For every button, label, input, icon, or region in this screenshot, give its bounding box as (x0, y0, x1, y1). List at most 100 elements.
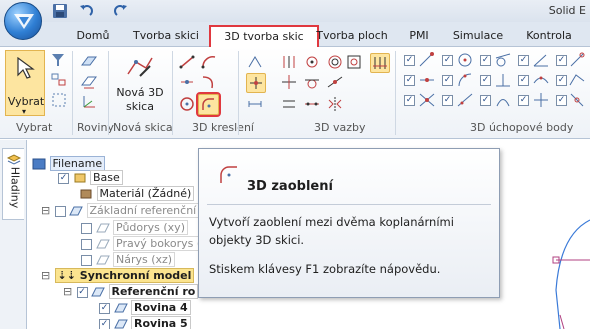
perpendicular-icon[interactable] (246, 73, 266, 93)
expand-icon[interactable]: ⊟ (41, 203, 51, 218)
maintain-relationships-icon[interactable] (370, 53, 390, 73)
tab-simulace[interactable]: Simulace (449, 26, 507, 47)
arc-3d-icon[interactable] (200, 53, 218, 71)
plane-icon[interactable] (80, 53, 98, 71)
dimension-icon[interactable] (246, 95, 264, 113)
select-button[interactable]: Vybrat ▾ (5, 50, 45, 116)
tangent-icon[interactable] (303, 73, 321, 91)
snap-checkbox-13[interactable]: ✓ (556, 55, 567, 66)
title-bar: Solid E (0, 0, 590, 22)
group-label-nova-skica: Nová skica (113, 121, 173, 134)
tree-row-base[interactable]: ✓ Base (58, 170, 123, 186)
snap-intersection-icon[interactable] (418, 91, 436, 109)
expand-icon[interactable]: ⊟ (63, 284, 73, 299)
snap-silhouette-icon[interactable] (494, 91, 512, 109)
snap-checkbox-4[interactable]: ✓ (442, 55, 453, 66)
tab-3d-tvorba-skic[interactable]: 3D tvorba skic (209, 25, 319, 49)
redo-icon[interactable] (113, 3, 129, 19)
plane-parallel-icon[interactable] (80, 73, 98, 91)
snap-checkbox-14[interactable]: ✓ (556, 75, 567, 86)
snap-checkbox-1[interactable]: ✓ (404, 55, 415, 66)
curve-3d-icon[interactable] (200, 73, 218, 91)
relate-icon[interactable] (246, 53, 264, 71)
visibility-checkbox[interactable] (81, 238, 92, 250)
snap-surface-icon[interactable] (568, 71, 586, 89)
tree-row-pravy[interactable]: Pravý bokorys (y (81, 236, 211, 252)
snap-quadrant-icon[interactable] (456, 71, 474, 89)
select-mode-icon[interactable] (50, 91, 68, 109)
tree-row-ref-ro[interactable]: ⊟ ✓ Referenční ro (63, 284, 199, 300)
tree-row-material[interactable]: Materiál (Žádné) (79, 186, 195, 202)
tab-pmi[interactable]: PMI (404, 26, 434, 47)
undo-icon[interactable] (78, 3, 94, 19)
snap-checkbox-6[interactable]: ✓ (442, 95, 453, 106)
snap-curve-point-icon[interactable] (532, 71, 550, 89)
snap-checkbox-5[interactable]: ✓ (442, 75, 453, 86)
snap-keypoint-icon[interactable] (568, 51, 586, 69)
tree-row-sync[interactable]: ⊟ ⇣⇣ Synchronní model (41, 268, 195, 284)
new-sketch-label-line1: Nová 3D (116, 86, 164, 99)
tree-row-rovina4[interactable]: ✓ Rovina 4 (99, 300, 191, 316)
circle-3d-icon[interactable] (178, 95, 196, 113)
select-options-icon[interactable] (50, 71, 68, 89)
plane-icon (113, 303, 128, 313)
tree-row-rovina5[interactable]: ✓ Rovina 5 (99, 316, 191, 329)
sketch-3d-icon (127, 57, 153, 77)
snap-endpoint-icon[interactable] (418, 51, 436, 69)
sync-label: Synchronní model (79, 269, 192, 282)
snap-center-icon[interactable] (456, 51, 474, 69)
snap-midpoint-icon[interactable] (418, 71, 436, 89)
tree-row-ref-planes[interactable]: ⊟ Základní referenční r (41, 203, 208, 219)
snap-checkbox-9[interactable]: ✓ (480, 95, 491, 106)
snap-angle-icon[interactable] (532, 51, 550, 69)
filter-icon[interactable] (50, 51, 68, 69)
collinear-icon[interactable] (303, 95, 321, 113)
visibility-checkbox[interactable] (81, 222, 92, 234)
snap-axis-icon[interactable] (532, 91, 550, 109)
application-menu-button[interactable] (4, 2, 42, 40)
line-3d-icon[interactable] (178, 53, 196, 71)
fillet-3d-icon[interactable] (196, 92, 221, 117)
parallel-icon[interactable] (280, 53, 298, 71)
snap-checkbox-8[interactable]: ✓ (480, 75, 491, 86)
visibility-checkbox[interactable]: ✓ (99, 318, 110, 329)
tree-row-pudorys[interactable]: Půdorys (xy) (81, 220, 188, 236)
snap-checkbox-12[interactable]: ✓ (518, 95, 529, 106)
equal-icon[interactable] (280, 95, 298, 113)
coordinate-system-icon[interactable] (80, 93, 98, 111)
point-3d-icon[interactable] (178, 73, 196, 91)
snap-checkbox-2[interactable]: ✓ (404, 75, 415, 86)
snap-edge-icon[interactable] (568, 91, 586, 109)
visibility-checkbox[interactable]: ✓ (99, 302, 110, 314)
snap-checkbox-10[interactable]: ✓ (518, 55, 529, 66)
tab-hladiny[interactable]: Hladiny (2, 148, 24, 220)
snap-tangent-icon[interactable] (494, 51, 512, 69)
connect-icon[interactable] (303, 53, 321, 71)
tab-domu[interactable]: Domů (70, 26, 116, 47)
expand-icon[interactable]: ⊟ (41, 268, 51, 283)
horizontal-vertical-icon[interactable] (280, 73, 298, 91)
tab-tvorba-skici[interactable]: Tvorba skici (128, 26, 204, 47)
tab-tvorba-ploch[interactable]: Tvorba ploch (314, 26, 390, 47)
new-3d-sketch-button[interactable]: Nová 3D skica (112, 50, 168, 116)
snap-point-on-icon[interactable] (456, 91, 474, 109)
snap-checkbox-7[interactable]: ✓ (480, 55, 491, 66)
visibility-checkbox[interactable] (81, 254, 92, 266)
rigid-set-icon[interactable] (345, 53, 363, 71)
concentric-icon[interactable] (326, 53, 344, 71)
visibility-checkbox[interactable]: ✓ (76, 286, 88, 298)
tab-hladiny-label: Hladiny (8, 166, 22, 209)
snap-perpendicular-icon[interactable] (494, 71, 512, 89)
snap-checkbox-11[interactable]: ✓ (518, 75, 529, 86)
group-separator (395, 51, 396, 135)
snap-checkbox-15[interactable]: ✓ (556, 95, 567, 106)
tab-kontrola[interactable]: Kontrola (522, 26, 576, 47)
visibility-checkbox[interactable]: ✓ (58, 172, 69, 184)
snap-checkbox-3[interactable]: ✓ (404, 95, 415, 106)
visibility-checkbox[interactable] (54, 205, 66, 217)
point-on-icon[interactable] (326, 73, 344, 91)
save-icon[interactable] (52, 3, 68, 19)
symmetry-icon[interactable] (326, 95, 344, 113)
tree-row-narys[interactable]: Nárys (xz) (81, 252, 176, 268)
graphics-window[interactable] (500, 140, 590, 329)
